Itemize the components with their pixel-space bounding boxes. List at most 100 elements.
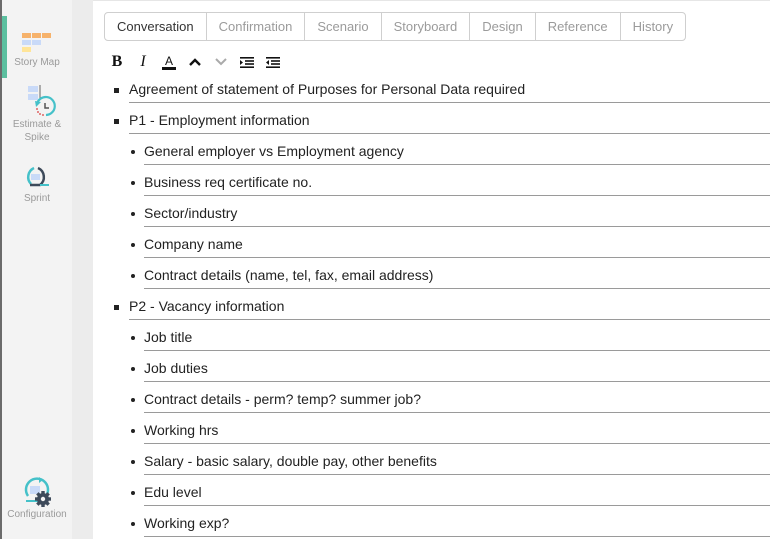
sidebar-item-sprint[interactable]: Sprint bbox=[2, 164, 72, 205]
list-item[interactable]: Company name bbox=[93, 231, 770, 262]
italic-button[interactable]: I bbox=[135, 53, 151, 71]
sidebar-item-label-line1: Estimate & bbox=[12, 119, 62, 130]
sidebar-item-configuration[interactable]: Configuration bbox=[2, 476, 72, 521]
item-underline bbox=[144, 164, 770, 165]
round-bullet-icon bbox=[131, 150, 135, 154]
list-item-text[interactable]: P2 - Vacancy information bbox=[129, 298, 284, 314]
square-bullet-icon bbox=[114, 119, 119, 124]
list-item-text[interactable]: General employer vs Employment agency bbox=[144, 143, 404, 159]
item-underline bbox=[144, 505, 770, 506]
round-bullet-icon bbox=[131, 398, 135, 402]
item-underline bbox=[144, 536, 770, 537]
item-underline bbox=[129, 319, 770, 320]
editor-toolbar: B I A bbox=[109, 52, 291, 72]
active-indicator bbox=[2, 16, 7, 78]
list-item-text[interactable]: Edu level bbox=[144, 484, 202, 500]
square-bullet-icon bbox=[114, 305, 119, 310]
list-item-text[interactable]: Business req certificate no. bbox=[144, 174, 312, 190]
sidebar-item-label: Story Map bbox=[14, 57, 60, 68]
sidebar-item-story-map[interactable]: Story Map bbox=[2, 16, 72, 78]
round-bullet-icon bbox=[131, 491, 135, 495]
bold-button[interactable]: B bbox=[109, 53, 125, 71]
list-item[interactable]: Working exp? bbox=[93, 510, 770, 541]
list-item-text[interactable]: Working exp? bbox=[144, 515, 229, 531]
estimate-spike-icon bbox=[28, 85, 56, 117]
list-item[interactable]: P1 - Employment information bbox=[93, 107, 770, 138]
list-item-text[interactable]: P1 - Employment information bbox=[129, 112, 310, 128]
item-underline bbox=[144, 443, 770, 444]
story-map-icon bbox=[22, 33, 51, 52]
round-bullet-icon bbox=[131, 274, 135, 278]
outline-editor[interactable]: Agreement of statement of Purposes for P… bbox=[93, 76, 770, 541]
round-bullet-icon bbox=[131, 336, 135, 340]
item-underline bbox=[144, 226, 770, 227]
move-up-button[interactable] bbox=[187, 53, 203, 71]
top-border bbox=[93, 0, 770, 1]
sidebar-item-label: Configuration bbox=[7, 509, 67, 520]
configuration-icon bbox=[24, 477, 51, 507]
item-underline bbox=[129, 133, 770, 134]
list-item[interactable]: P2 - Vacancy information bbox=[93, 293, 770, 324]
round-bullet-icon bbox=[131, 367, 135, 371]
sidebar-item-estimate-spike[interactable]: Estimate & Spike bbox=[2, 84, 72, 144]
tab-reference[interactable]: Reference bbox=[536, 13, 621, 40]
list-item[interactable]: Contract details - perm? temp? summer jo… bbox=[93, 386, 770, 417]
sidebar-gutter bbox=[72, 0, 93, 539]
sprint-icon bbox=[26, 166, 49, 187]
tab-storyboard[interactable]: Storyboard bbox=[382, 13, 471, 40]
list-item[interactable]: General employer vs Employment agency bbox=[93, 138, 770, 169]
item-underline bbox=[144, 381, 770, 382]
item-underline bbox=[144, 474, 770, 475]
main-panel: Conversation Confirmation Scenario Story… bbox=[93, 0, 770, 539]
tab-scenario[interactable]: Scenario bbox=[305, 13, 382, 40]
list-item-text[interactable]: Agreement of statement of Purposes for P… bbox=[129, 81, 525, 97]
list-item-text[interactable]: Contract details (name, tel, fax, email … bbox=[144, 267, 433, 283]
item-underline bbox=[144, 257, 770, 258]
move-down-button[interactable] bbox=[213, 53, 229, 71]
indent-button[interactable] bbox=[239, 53, 255, 71]
round-bullet-icon bbox=[131, 522, 135, 526]
list-item[interactable]: Agreement of statement of Purposes for P… bbox=[93, 76, 770, 107]
list-item[interactable]: Job title bbox=[93, 324, 770, 355]
indent-icon bbox=[240, 56, 254, 68]
tab-conversation[interactable]: Conversation bbox=[105, 13, 207, 40]
square-bullet-icon bbox=[114, 88, 119, 93]
list-item[interactable]: Sector/industry bbox=[93, 200, 770, 231]
list-item[interactable]: Working hrs bbox=[93, 417, 770, 448]
sidebar-item-label-line2: Spike bbox=[24, 132, 50, 143]
round-bullet-icon bbox=[131, 212, 135, 216]
outdent-icon bbox=[266, 56, 280, 68]
list-item-text[interactable]: Contract details - perm? temp? summer jo… bbox=[144, 391, 421, 407]
item-underline bbox=[129, 102, 770, 103]
item-underline bbox=[144, 288, 770, 289]
list-item-text[interactable]: Job title bbox=[144, 329, 192, 345]
tab-confirmation[interactable]: Confirmation bbox=[207, 13, 306, 40]
round-bullet-icon bbox=[131, 243, 135, 247]
list-item-text[interactable]: Working hrs bbox=[144, 422, 218, 438]
sidebar-item-label: Sprint bbox=[23, 193, 51, 204]
list-item[interactable]: Salary - basic salary, double pay, other… bbox=[93, 448, 770, 479]
font-color-button[interactable]: A bbox=[161, 53, 177, 71]
sidebar: Story Map Estimate & Spike Sprint Config… bbox=[0, 0, 72, 539]
list-item-text[interactable]: Salary - basic salary, double pay, other… bbox=[144, 453, 437, 469]
round-bullet-icon bbox=[131, 181, 135, 185]
list-item-text[interactable]: Job duties bbox=[144, 360, 208, 376]
chevron-down-icon bbox=[215, 58, 227, 66]
item-underline bbox=[144, 195, 770, 196]
round-bullet-icon bbox=[131, 460, 135, 464]
list-item-text[interactable]: Company name bbox=[144, 236, 243, 252]
outdent-button[interactable] bbox=[265, 53, 281, 71]
round-bullet-icon bbox=[131, 429, 135, 433]
item-underline bbox=[144, 350, 770, 351]
list-item[interactable]: Job duties bbox=[93, 355, 770, 386]
list-item-text[interactable]: Sector/industry bbox=[144, 205, 237, 221]
list-item[interactable]: Contract details (name, tel, fax, email … bbox=[93, 262, 770, 293]
list-item[interactable]: Edu level bbox=[93, 479, 770, 510]
item-underline bbox=[144, 412, 770, 413]
tab-design[interactable]: Design bbox=[470, 13, 536, 40]
list-item[interactable]: Business req certificate no. bbox=[93, 169, 770, 200]
tab-bar: Conversation Confirmation Scenario Story… bbox=[104, 12, 687, 41]
tab-history[interactable]: History bbox=[621, 13, 685, 40]
font-color-icon: A bbox=[162, 55, 176, 70]
chevron-up-icon bbox=[189, 58, 201, 66]
